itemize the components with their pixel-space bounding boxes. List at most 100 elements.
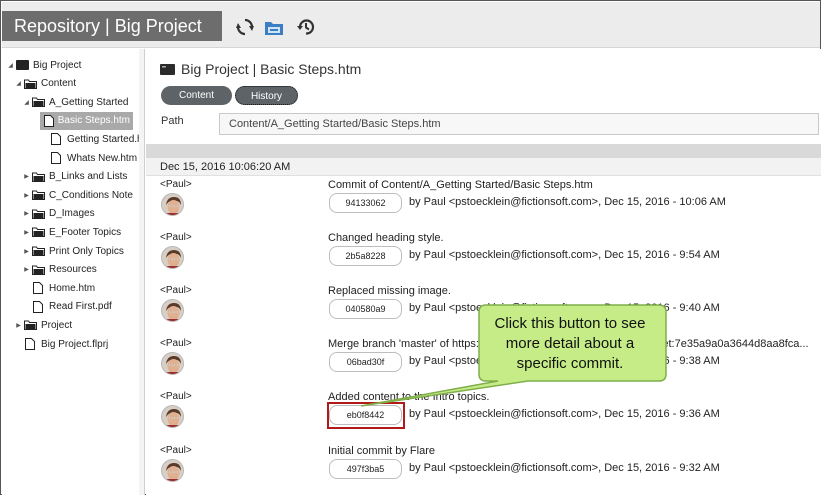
- commit-user: <Paul>: [160, 391, 192, 402]
- avatar: [161, 405, 184, 428]
- sidebar-item-label: Whats New.htm: [67, 152, 138, 164]
- sidebar-item[interactable]: Home.htm: [22, 279, 95, 297]
- folder-icon: [31, 208, 45, 220]
- commit-hash-button[interactable]: 06bad30f: [329, 352, 402, 372]
- collapsed-arrow-icon[interactable]: ▶: [14, 322, 23, 329]
- sidebar-scrollbar[interactable]: [139, 49, 144, 495]
- sidebar-item-label: D_Images: [49, 208, 95, 220]
- folder-icon: [31, 189, 45, 201]
- commit-message: Initial commit by Flare: [328, 445, 435, 457]
- commit-row: <Paul> Added content to the Intro topics.…: [146, 391, 821, 445]
- folder-icon: [31, 264, 45, 276]
- collapsed-arrow-icon[interactable]: ▶: [22, 210, 31, 217]
- sidebar-item[interactable]: ◢ Content: [14, 75, 76, 93]
- sidebar-item-label: Home.htm: [49, 282, 96, 294]
- sidebar-item[interactable]: ▶ Resources: [22, 261, 97, 279]
- sidebar-item[interactable]: ▶ Project: [14, 316, 72, 334]
- app-title: Repository | Big Project: [2, 11, 222, 41]
- highlight-box: [327, 402, 405, 429]
- tab-content[interactable]: Content: [161, 86, 232, 105]
- file-icon: [31, 300, 45, 313]
- project-tree: ◢ Big Project ◢ Content ◢ A_Getting Started Ba…: [2, 49, 145, 495]
- sidebar-item[interactable]: ◢ A_Getting Started: [22, 93, 129, 111]
- commit-hash-button[interactable]: 040580a9: [329, 299, 402, 319]
- commit-author: by Paul <pstoecklein@fictionsoft.com>, D…: [409, 355, 720, 367]
- commit-author: by Paul <pstoecklein@fictionsoft.com>, D…: [409, 196, 726, 208]
- sidebar-item[interactable]: Basic Steps.htm: [40, 111, 133, 130]
- sidebar-item-label: Getting Started.h: [67, 133, 143, 145]
- file-icon: [43, 114, 54, 127]
- file-icon: [23, 338, 37, 350]
- sidebar-item[interactable]: Getting Started.h: [40, 130, 143, 148]
- folder-icon[interactable]: [263, 16, 285, 38]
- sidebar-item[interactable]: ▶ C_Conditions Note: [22, 186, 133, 204]
- commit-row: <Paul> Changed heading style. 2b5a8228 by P…: [146, 232, 821, 286]
- commit-author: by Paul <pstoecklein@fictionsoft.com>, D…: [409, 302, 720, 314]
- title-bar: Repository | Big Project: [2, 2, 820, 48]
- commit-user: <Paul>: [160, 338, 192, 349]
- commit-hash-button[interactable]: 497f3ba5: [329, 459, 402, 479]
- project-icon: [15, 59, 29, 71]
- commit-message: Changed heading style.: [328, 232, 444, 244]
- tab-history[interactable]: History: [235, 86, 298, 105]
- expanded-arrow-icon[interactable]: ◢: [22, 99, 31, 106]
- expanded-arrow-icon[interactable]: ◢: [6, 62, 15, 69]
- project-icon: [160, 63, 175, 75]
- folder-icon: [23, 319, 37, 331]
- history-pane: Big Project | Basic Steps.htm Content Hi…: [146, 49, 821, 495]
- document-title: Big Project | Basic Steps.htm: [181, 61, 362, 77]
- commit-message: Commit of Content/A_Getting Started/Basi…: [328, 179, 593, 191]
- folder-icon: [23, 78, 37, 90]
- commit-user: <Paul>: [160, 179, 192, 190]
- sync-icon[interactable]: [234, 16, 256, 38]
- path-label: Path: [161, 115, 184, 127]
- commit-user: <Paul>: [160, 445, 192, 456]
- avatar: [161, 299, 184, 322]
- sidebar-item[interactable]: Whats New.htm: [40, 149, 137, 167]
- sidebar-item-label: B_Links and Lists: [49, 171, 128, 183]
- sidebar-item-label: Project: [41, 319, 73, 331]
- avatar: [161, 459, 184, 482]
- collapsed-arrow-icon[interactable]: ▶: [22, 173, 31, 180]
- file-icon: [49, 152, 63, 164]
- sidebar-item-label: A_Getting Started: [49, 96, 129, 108]
- commit-hash-button[interactable]: 2b5a8228: [329, 246, 402, 266]
- sidebar-item[interactable]: ▶ Print Only Topics: [22, 242, 124, 260]
- divider: [146, 144, 821, 158]
- collapsed-arrow-icon[interactable]: ▶: [22, 266, 31, 273]
- sidebar-item[interactable]: Read First.pdf: [22, 298, 112, 316]
- sidebar-item[interactable]: ▶ D_Images: [22, 205, 95, 223]
- document-header: Big Project | Basic Steps.htm: [160, 61, 361, 77]
- commit-message: Replaced missing image.: [328, 285, 451, 297]
- commit-hash-button[interactable]: 94133062: [329, 193, 402, 213]
- sidebar-item-label: C_Conditions Note: [49, 189, 133, 201]
- folder-icon: [31, 96, 45, 108]
- history-icon[interactable]: [295, 16, 317, 38]
- sidebar-item-label: Big Project.flprj: [41, 338, 109, 350]
- commit-date-header: Dec 15, 2016 10:06:20 AM: [146, 158, 821, 176]
- commit-row: <Paul> Commit of Content/A_Getting Starte…: [146, 179, 821, 233]
- sidebar-item-label: Read First.pdf: [49, 301, 112, 313]
- commit-row: <Paul> Merge branch 'master' of https://f…: [146, 338, 821, 392]
- sidebar-item[interactable]: Big Project.flprj: [14, 335, 108, 353]
- folder-icon: [31, 245, 45, 257]
- path-field[interactable]: Content/A_Getting Started/Basic Steps.ht…: [219, 113, 819, 135]
- sidebar-item[interactable]: ▶ B_Links and Lists: [22, 168, 127, 186]
- commit-author: by Paul <pstoecklein@fictionsoft.com>, D…: [409, 408, 720, 420]
- commit-author: by Paul <pstoecklein@fictionsoft.com>, D…: [409, 462, 720, 474]
- commit-user: <Paul>: [160, 285, 192, 296]
- collapsed-arrow-icon[interactable]: ▶: [22, 192, 31, 199]
- expanded-arrow-icon[interactable]: ◢: [14, 80, 23, 87]
- folder-icon: [31, 226, 45, 238]
- file-icon: [49, 133, 63, 146]
- app-window: Repository | Big Project ◢ Big Project ◢…: [0, 0, 821, 495]
- avatar: [161, 352, 184, 375]
- sidebar-item[interactable]: ▶ E_Footer Topics: [22, 223, 121, 241]
- commit-message: Merge branch 'master' of https://fiction…: [328, 338, 809, 350]
- collapsed-arrow-icon[interactable]: ▶: [22, 248, 31, 255]
- sidebar-item-label: Content: [41, 78, 77, 90]
- sidebar-item[interactable]: ◢ Big Project: [6, 56, 81, 74]
- sidebar-item-label: Resources: [49, 264, 97, 276]
- collapsed-arrow-icon[interactable]: ▶: [22, 229, 31, 236]
- commit-row: <Paul> Replaced missing image. 040580a9 by …: [146, 285, 821, 339]
